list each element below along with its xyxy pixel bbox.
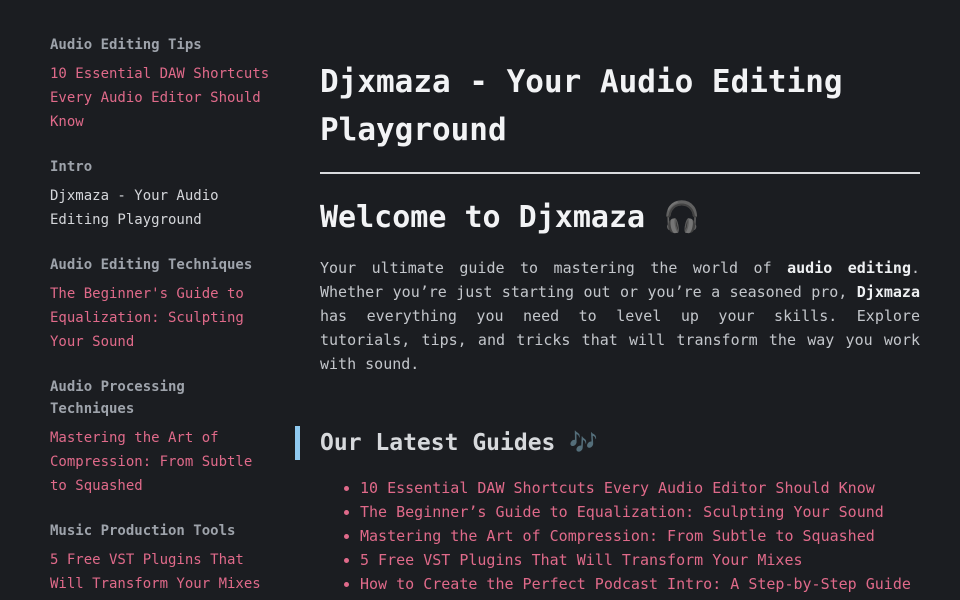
guide-link-compression[interactable]: Mastering the Art of Compression: From S… (360, 527, 875, 545)
sidebar-heading: Audio Editing Techniques (50, 257, 253, 273)
sidebar-section-intro: Intro Djxmaza - Your Audio Editing Playg… (50, 156, 275, 232)
sidebar-heading: Audio Editing Tips (50, 37, 202, 53)
list-item: How to Create the Perfect Podcast Intro:… (360, 572, 920, 596)
list-item: The Beginner’s Guide to Equalization: Sc… (360, 500, 920, 524)
sidebar-section-music-production-tools: Music Production Tools 5 Free VST Plugin… (50, 520, 275, 596)
sidebar-link-equalization-guide[interactable]: The Beginner's Guide to Equalization: Sc… (50, 282, 275, 354)
sidebar-link-vst-plugins[interactable]: 5 Free VST Plugins That Will Transform Y… (50, 548, 275, 596)
welcome-heading: Welcome to Djxmaza 🎧 (320, 198, 920, 238)
guide-link-podcast-intro[interactable]: How to Create the Perfect Podcast Intro:… (360, 575, 911, 593)
sidebar-section-audio-editing-tips: Audio Editing Tips 10 Essential DAW Shor… (50, 34, 275, 134)
sidebar-link-current-page[interactable]: Djxmaza - Your Audio Editing Playground (50, 184, 275, 232)
sidebar-section-audio-editing-techniques: Audio Editing Techniques The Beginner's … (50, 254, 275, 354)
intro-bold-audio-editing: audio editing (787, 259, 911, 277)
sidebar-section-audio-processing-techniques: Audio Processing Techniques Mastering th… (50, 376, 275, 498)
guide-link-equalization[interactable]: The Beginner’s Guide to Equalization: Sc… (360, 503, 884, 521)
guide-link-vst-plugins[interactable]: 5 Free VST Plugins That Will Transform Y… (360, 551, 803, 569)
sidebar: Audio Editing Tips 10 Essential DAW Shor… (50, 34, 275, 600)
sidebar-link-daw-shortcuts[interactable]: 10 Essential DAW Shortcuts Every Audio E… (50, 62, 275, 134)
page-title: Djxmaza - Your Audio Editing Playground (320, 58, 920, 174)
intro-text: has everything you need to level up your… (320, 307, 920, 373)
guide-link-daw-shortcuts[interactable]: 10 Essential DAW Shortcuts Every Audio E… (360, 479, 875, 497)
latest-guides-heading: Our Latest Guides 🎶 (295, 426, 920, 460)
list-item: 5 Free VST Plugins That Will Transform Y… (360, 548, 920, 572)
music-notes-icon: 🎶 (569, 430, 598, 456)
page: Audio Editing Tips 10 Essential DAW Shor… (0, 0, 960, 600)
intro-bold-site-name: Djxmaza (856, 283, 920, 301)
intro-text: Your ultimate guide to mastering the wor… (320, 259, 788, 277)
main-content: Djxmaza - Your Audio Editing Playground … (295, 58, 920, 596)
sidebar-heading: Audio Processing Techniques (50, 379, 185, 417)
headphones-icon: 🎧 (663, 200, 701, 235)
sidebar-link-compression-guide[interactable]: Mastering the Art of Compression: From S… (50, 426, 275, 498)
welcome-heading-text: Welcome to Djxmaza (320, 200, 646, 235)
list-item: 10 Essential DAW Shortcuts Every Audio E… (360, 476, 920, 500)
list-item: Mastering the Art of Compression: From S… (360, 524, 920, 548)
sidebar-heading: Music Production Tools (50, 523, 236, 539)
latest-guides-heading-text: Our Latest Guides (320, 430, 556, 456)
heading-accent-bar (295, 426, 300, 460)
intro-paragraph: Your ultimate guide to mastering the wor… (320, 256, 920, 376)
sidebar-heading: Intro (50, 159, 93, 175)
guide-list: 10 Essential DAW Shortcuts Every Audio E… (320, 476, 920, 596)
